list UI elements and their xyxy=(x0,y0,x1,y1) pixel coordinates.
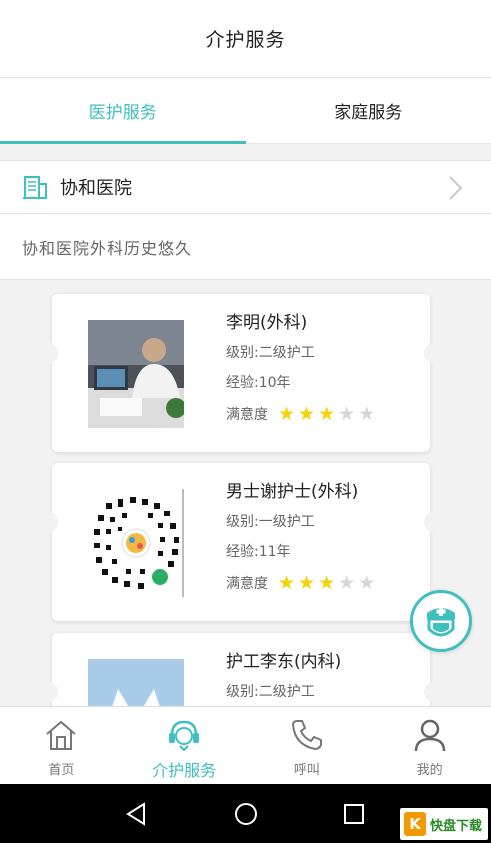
caregiver-level: 级别:二级护工 xyxy=(226,345,315,361)
caregiver-name: 护工李东(内科) xyxy=(226,652,342,672)
caregiver-experience: 经验:10年 xyxy=(226,375,291,391)
caregiver-name: 李明(外科) xyxy=(226,313,308,333)
nav-call[interactable]: 呼叫 xyxy=(246,707,369,784)
watermark-logo: K 快盘下载 xyxy=(400,808,488,840)
hospital-name: 协和医院 xyxy=(60,178,132,199)
recents-square-icon[interactable] xyxy=(340,800,368,828)
hospital-selector[interactable]: 协和医院 xyxy=(0,160,491,214)
nav-home-label: 首页 xyxy=(48,763,75,778)
app-header: 介护服务 xyxy=(0,0,491,78)
caregiver-experience: 经验:11年 xyxy=(226,544,291,560)
headset-icon xyxy=(169,720,200,752)
watermark-letter: K xyxy=(404,812,426,836)
star-empty-icon: ★ xyxy=(338,402,356,425)
star-filled-icon: ★ xyxy=(278,402,296,425)
watermark-text: 快盘下载 xyxy=(430,818,483,834)
nav-home[interactable]: 首页 xyxy=(0,707,123,784)
tab-home-service[interactable]: 家庭服务 xyxy=(246,78,491,143)
phone-icon xyxy=(291,720,322,751)
caregiver-name: 男士谢护士(外科) xyxy=(226,482,359,502)
caregiver-photo xyxy=(88,320,184,428)
home-circle-icon[interactable] xyxy=(232,800,260,828)
star-empty-icon: ★ xyxy=(358,571,376,594)
tab-medical-service[interactable]: 医护服务 xyxy=(0,78,246,144)
back-triangle-icon[interactable] xyxy=(122,800,150,828)
caregiver-level: 级别:二级护工 xyxy=(226,684,315,700)
hospital-building-icon xyxy=(23,176,47,199)
description-text: 协和医院外科历史悠久 xyxy=(22,238,193,258)
hospital-description: 协和医院外科历史悠久 xyxy=(0,214,491,280)
chevron-right-icon xyxy=(449,176,463,200)
star-empty-icon: ★ xyxy=(358,402,376,425)
bottom-navigation: 首页 介护服务 呼叫 我的 xyxy=(0,706,491,784)
satisfaction-label: 满意度 xyxy=(226,576,268,592)
star-filled-icon: ★ xyxy=(298,402,316,425)
caregiver-card[interactable]: 男士谢护士(外科) 级别:一级护工 经验:11年 满意度 ★ ★ ★ ★ ★ xyxy=(46,463,436,621)
person-icon xyxy=(414,719,445,752)
caregiver-level: 级别:一级护工 xyxy=(226,514,315,530)
page-title: 介护服务 xyxy=(205,29,286,51)
star-empty-icon: ★ xyxy=(338,571,356,594)
satisfaction-rating: 满意度 ★ ★ ★ ★ ★ xyxy=(226,573,378,593)
caregiver-card[interactable]: 护工李东(内科) 级别:二级护工 xyxy=(46,633,436,706)
nav-care-service-label: 介护服务 xyxy=(152,761,217,780)
nurse-icon xyxy=(427,607,455,637)
star-filled-icon: ★ xyxy=(278,571,296,594)
nav-mine-label: 我的 xyxy=(416,763,443,778)
nav-mine[interactable]: 我的 xyxy=(368,707,491,784)
satisfaction-label: 满意度 xyxy=(226,407,268,423)
caregiver-photo xyxy=(88,659,184,706)
nav-care-service[interactable]: 介护服务 xyxy=(123,707,246,784)
home-icon xyxy=(46,720,77,750)
satisfaction-rating: 满意度 ★ ★ ★ ★ ★ xyxy=(226,404,378,424)
nav-call-label: 呼叫 xyxy=(293,763,320,778)
caregiver-card[interactable]: 李明(外科) 级别:二级护工 经验:10年 满意度 ★ ★ ★ ★ ★ xyxy=(46,294,436,452)
service-tabs: 医护服务 家庭服务 xyxy=(0,78,491,144)
star-filled-icon: ★ xyxy=(298,571,316,594)
nurse-service-button[interactable] xyxy=(410,590,472,652)
caregiver-qr-code xyxy=(88,489,184,597)
star-filled-icon: ★ xyxy=(318,571,336,594)
star-filled-icon: ★ xyxy=(318,402,336,425)
